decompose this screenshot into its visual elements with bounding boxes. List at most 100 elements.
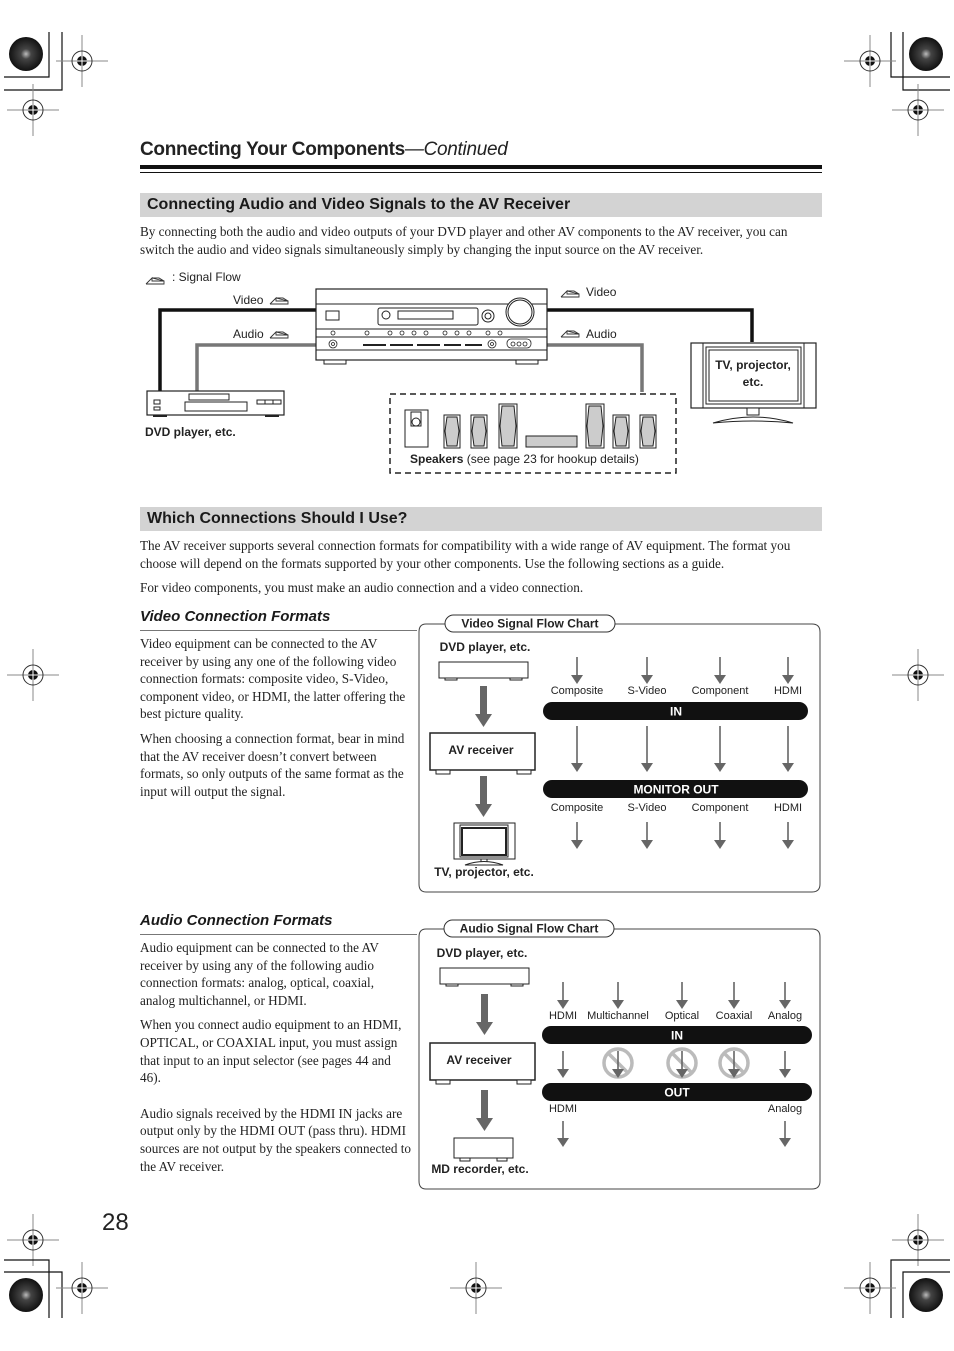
flow-arrow-icon	[714, 726, 726, 772]
input-format-label: Analog	[768, 1010, 802, 1022]
subheading-rule	[140, 630, 417, 631]
flow-arrow-icon	[779, 1051, 791, 1078]
input-format-label: Multichannel	[587, 1010, 649, 1022]
registration-mark-icon	[891, 1213, 945, 1267]
registration-mark-icon	[55, 34, 109, 88]
registration-mark-icon	[6, 83, 60, 137]
paragraph: When choosing a connection format, bear …	[140, 730, 405, 799]
registration-mark-icon	[55, 1261, 109, 1315]
video-signal-flow-chart: Video Signal Flow Chart DVD player, etc.…	[418, 614, 821, 893]
flow-arrow-icon	[782, 726, 794, 772]
output-format-label: Component	[692, 802, 749, 814]
registration-mark-icon	[891, 83, 945, 137]
input-format-label: Component	[692, 685, 749, 697]
paragraph: Audio signals received by the HDMI IN ja…	[140, 1105, 411, 1174]
color-target-icon	[909, 1278, 943, 1312]
input-format-label: Coaxial	[716, 1010, 753, 1022]
color-target-icon	[909, 37, 943, 71]
audio-signal-flow-chart: Audio Signal Flow Chart DVD player, etc.…	[418, 919, 821, 1190]
color-target-icon	[9, 1278, 43, 1312]
section-heading-bar: Connecting Audio and Video Signals to th…	[140, 193, 822, 217]
signal-arrow-icon	[560, 329, 580, 338]
flow-arrow-icon	[782, 822, 794, 849]
speakers-illustration	[404, 403, 657, 449]
output-format-label: HDMI	[549, 1103, 577, 1115]
signal-arrow-icon	[269, 330, 289, 339]
header-rule-thick	[140, 165, 822, 169]
flow-arrow-icon	[714, 822, 726, 849]
paragraph: Audio equipment can be connected to the …	[140, 940, 379, 1008]
video-cable-in	[158, 308, 316, 391]
flow-arrow-icon	[676, 982, 688, 1009]
video-formats-heading: Video Connection Formats	[140, 608, 331, 625]
dvd-player-illustration	[146, 390, 285, 417]
section-heading: Connecting Audio and Video Signals to th…	[147, 196, 571, 213]
flow-arrow-icon	[782, 657, 794, 684]
out-bar-label: OUT	[664, 1086, 690, 1100]
audio-cable-out	[547, 343, 644, 392]
in-bar-label: IN	[670, 705, 682, 719]
page-title-text: Connecting Your Components	[140, 139, 405, 160]
flow-arrow-icon	[476, 1090, 493, 1131]
input-format-label: Optical	[665, 1010, 699, 1022]
paragraph: When you connect audio equipment to an H…	[140, 1017, 402, 1086]
in-bar-label: IN	[671, 1029, 683, 1043]
flow-arrow-icon	[476, 994, 493, 1035]
receiver-label: AV receiver	[448, 743, 513, 757]
page-number: 28	[102, 1209, 129, 1236]
source-label: DVD player, etc.	[440, 640, 531, 654]
input-format-label: S-Video	[628, 685, 667, 697]
legend-label: : Signal Flow	[172, 270, 241, 284]
flow-arrow-icon	[571, 657, 583, 684]
flow-arrow-icon	[612, 1051, 624, 1078]
flow-arrow-icon	[728, 982, 740, 1009]
flow-arrow-icon	[571, 726, 583, 772]
destination-label: MD recorder, etc.	[431, 1162, 528, 1176]
flow-arrow-icon	[779, 1121, 791, 1147]
av-receiver-illustration	[315, 288, 548, 365]
connection-diagram: : Signal Flow Video Audio Video Audio DV…	[145, 270, 817, 474]
audio-formats-heading: Audio Connection Formats	[140, 912, 333, 929]
video-out-label: Video	[586, 285, 617, 299]
section2-paragraph1: The AV receiver supports several connect…	[140, 538, 791, 571]
audio-out-label: Audio	[586, 327, 617, 341]
dvd-player-label: DVD player, etc.	[145, 425, 236, 439]
video-in-label: Video	[233, 293, 264, 307]
page-title: Connecting Your Components—Continued	[140, 139, 508, 161]
md-recorder-box-icon	[453, 1137, 514, 1162]
section-heading: Which Connections Should I Use?	[147, 510, 408, 527]
input-format-label: HDMI	[549, 1010, 577, 1022]
header-rule-thin	[140, 172, 822, 173]
flow-arrow-icon	[728, 1051, 740, 1078]
speakers-label: Speakers (see page 23 for hookup details…	[410, 452, 639, 466]
dvd-box-icon	[439, 967, 530, 987]
audio-cable-in	[195, 343, 316, 391]
signal-arrow-icon	[560, 289, 580, 298]
flow-arrow-icon	[475, 686, 492, 727]
destination-label: TV, projector, etc.	[434, 865, 534, 879]
subheading-rule	[140, 934, 417, 935]
signal-arrow-icon	[269, 296, 289, 305]
flow-arrow-icon	[557, 1051, 569, 1078]
flow-arrow-icon	[714, 657, 726, 684]
section-heading-bar: Which Connections Should I Use?	[140, 507, 822, 531]
output-format-label: S-Video	[628, 802, 667, 814]
tv-label-line1: TV, projector,	[715, 358, 791, 372]
tv-box-icon	[453, 822, 516, 866]
registration-mark-icon	[891, 648, 945, 702]
signal-flow-legend-icon	[145, 276, 165, 285]
output-format-label: HDMI	[774, 802, 802, 814]
dvd-box-icon	[438, 661, 529, 681]
video-formats-text: Video equipment can be connected to the …	[140, 635, 412, 807]
registration-mark-icon	[6, 1213, 60, 1267]
output-format-label: Analog	[768, 1103, 802, 1115]
flow-arrow-icon	[612, 982, 624, 1009]
flow-arrow-icon	[676, 1051, 688, 1078]
flow-arrow-icon	[641, 657, 653, 684]
registration-mark-icon	[843, 1261, 897, 1315]
registration-mark-icon	[843, 34, 897, 88]
audio-in-label: Audio	[233, 327, 264, 341]
page-title-suffix: —Continued	[404, 139, 508, 160]
flow-arrow-icon	[571, 822, 583, 849]
registration-mark-icon	[6, 648, 60, 702]
